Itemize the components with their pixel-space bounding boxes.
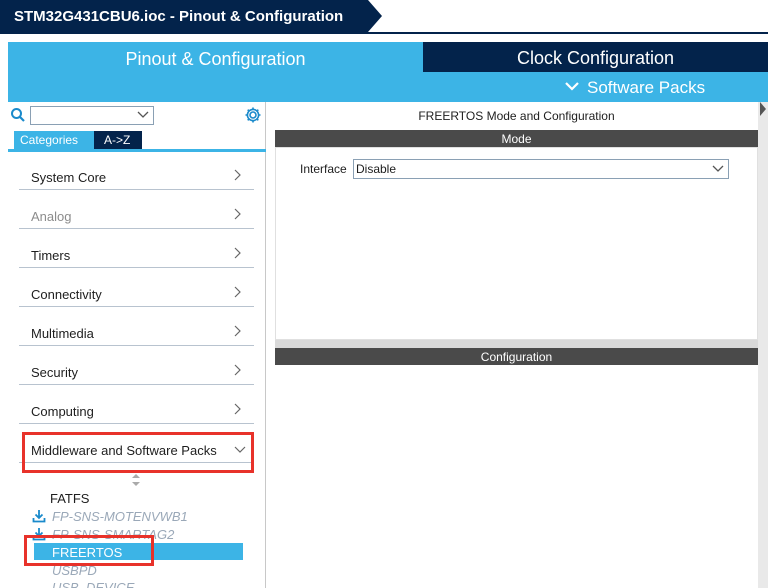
middleware-item-fatfs[interactable]: FATFS [50, 491, 250, 506]
category-label: Computing [31, 404, 94, 419]
category-label: Timers [31, 248, 71, 263]
category-security[interactable]: Security [19, 355, 254, 385]
category-label: Connectivity [31, 287, 102, 302]
category-computing[interactable]: Computing [19, 394, 254, 424]
chevron-right-icon [234, 364, 241, 376]
collapse-arrow-icon[interactable] [759, 102, 767, 116]
category-analog[interactable]: Analog [19, 199, 254, 229]
tab-a-z[interactable]: A->Z [94, 131, 142, 149]
breadcrumb-tab[interactable]: STM32G431CBU6.ioc - Pinout & Configurati… [0, 0, 382, 32]
tab-clock-label: Clock Configuration [516, 48, 675, 68]
software-packs-menu[interactable]: Software Packs [423, 72, 768, 102]
interface-label: Interface [300, 162, 347, 176]
chevron-down-icon[interactable] [712, 165, 724, 173]
tab-categories[interactable]: Categories [14, 131, 94, 149]
side-collapse-strip[interactable] [758, 102, 768, 588]
title-bar: STM32G431CBU6.ioc - Pinout & Configurati… [0, 0, 768, 32]
category-label: Security [31, 365, 78, 380]
panel-splitter[interactable] [275, 340, 758, 348]
middleware-item-usbpd[interactable]: USBPD [52, 563, 252, 578]
sort-handle-icon[interactable] [131, 474, 141, 486]
panel-title: FREERTOS Mode and Configuration [418, 109, 615, 123]
chevron-right-icon [234, 247, 241, 259]
tab-pinout-label: Pinout & Configuration [125, 49, 306, 69]
category-label: Multimedia [31, 326, 94, 341]
middleware-item-usb-device[interactable]: USB_DEVICE [52, 580, 252, 588]
category-system-core[interactable]: System Core [19, 160, 254, 190]
chevron-down-icon[interactable] [137, 111, 149, 119]
category-connectivity[interactable]: Connectivity [19, 277, 254, 307]
tab-underline [8, 149, 266, 152]
title-divider [0, 32, 768, 34]
search-icon [11, 108, 25, 122]
configuration-header: Configuration [275, 348, 758, 365]
breadcrumb-chevron-icon [354, 0, 373, 32]
software-packs-label: Software Packs [587, 78, 706, 97]
gear-icon[interactable] [244, 106, 262, 124]
category-label: Analog [31, 209, 72, 224]
chevron-down-icon [565, 82, 579, 91]
chevron-right-icon [234, 169, 241, 181]
highlight-box-middleware [22, 432, 254, 473]
tab-clock-configuration[interactable]: Clock Configuration [423, 42, 768, 72]
highlight-box-freertos [24, 535, 154, 566]
chevron-right-icon [234, 208, 241, 220]
interface-select[interactable]: Disable [353, 159, 729, 179]
search-input[interactable] [30, 106, 154, 125]
middleware-item-fp-sns-motenvwb1[interactable]: FP-SNS-MOTENVWB1 [52, 509, 252, 524]
chevron-right-icon [234, 286, 241, 298]
tab-pinout-configuration[interactable]: Pinout & Configuration [8, 42, 423, 102]
category-multimedia[interactable]: Multimedia [19, 316, 254, 346]
category-label: System Core [31, 170, 107, 185]
chevron-right-icon [234, 403, 241, 415]
window-title: STM32G431CBU6.ioc - Pinout & Configurati… [14, 8, 344, 25]
category-timers[interactable]: Timers [19, 238, 254, 268]
mode-header: Mode [275, 130, 758, 147]
chevron-right-icon [234, 325, 241, 337]
download-icon [32, 510, 46, 523]
